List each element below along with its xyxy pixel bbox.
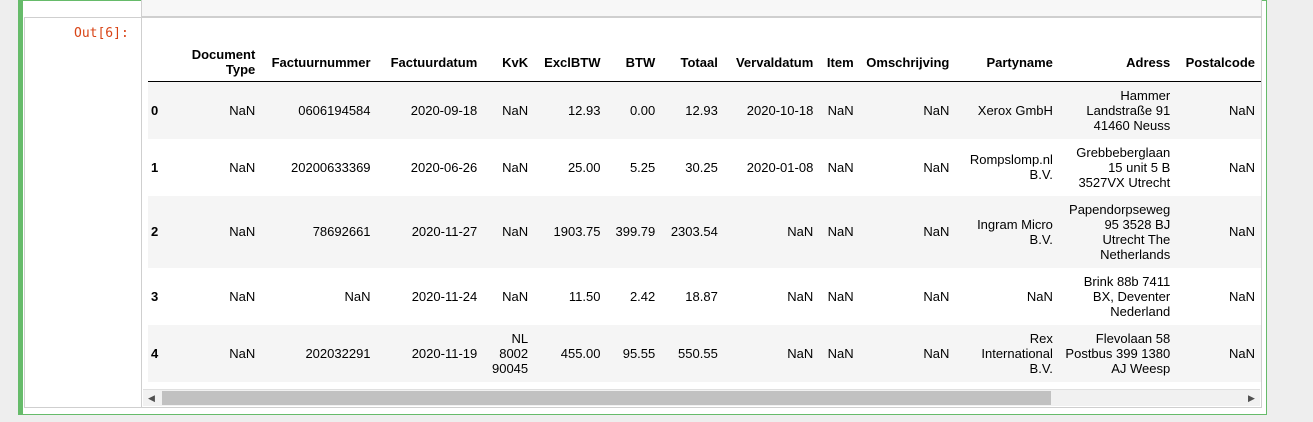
table-cell: NaN: [787, 224, 814, 239]
table-cell: 1903.75: [553, 224, 601, 239]
table-cell: NaN: [923, 159, 950, 175]
horizontal-scrollbar[interactable]: ◀ ▶: [143, 389, 1260, 406]
table-cell: NaN: [1228, 288, 1255, 304]
header-row: Document Type Factuurnummer Factuurdatum…: [148, 43, 1261, 82]
row-index: 2: [151, 224, 159, 239]
table-cell: 2020-11-24: [411, 288, 478, 304]
table-cell: NaN: [502, 102, 529, 118]
table-cell: 0.00: [629, 102, 656, 118]
table-cell: NaN: [502, 288, 529, 304]
table-cell: NaN: [827, 159, 854, 175]
table-cell: 2020-06-26: [410, 159, 478, 175]
table-cell: NaN: [923, 288, 950, 304]
row-index: 4: [151, 345, 159, 361]
col-header-factuurnummer: Factuurnummer: [261, 43, 377, 82]
scrollbar-thumb[interactable]: [162, 391, 1051, 405]
table-cell: Rex International B.V.: [981, 330, 1053, 376]
output-area: Document Type Factuurnummer Factuurdatum…: [141, 17, 1262, 408]
row-index: 0: [151, 102, 159, 118]
table-row: 3 NaN NaN 2020-11-24 NaN 11.50 2.42 18.8…: [148, 267, 1261, 325]
table-cell: NaN: [229, 102, 256, 118]
table-cell: NaN: [502, 224, 529, 239]
table-cell: 12.93: [685, 102, 718, 118]
table-cell: NaN: [344, 288, 371, 304]
output-prompt: Out[6]:: [74, 26, 129, 41]
table-cell: 2020-10-18: [746, 102, 814, 118]
table-cell: 2303.54: [670, 224, 718, 239]
col-header-factuurdatum: Factuurdatum: [376, 43, 484, 82]
table-cell: NaN: [787, 345, 814, 361]
scroll-right-icon[interactable]: ▶: [1243, 390, 1260, 407]
table-cell: Papendorpseweg 95 3528 BJ Utrecht The Ne…: [1069, 201, 1171, 262]
table-cell: Flevolaan 58 Postbus 399 1380 AJ Weesp: [1065, 330, 1171, 376]
table-cell: NaN: [1228, 102, 1255, 118]
table-row: 4 NaN 202032291 2020-11-19 NL 8002 90045…: [148, 324, 1261, 382]
table-cell: NaN: [923, 224, 950, 239]
table-cell: 2020-09-18: [410, 102, 478, 118]
dataframe-table: Document Type Factuurnummer Factuurdatum…: [148, 43, 1261, 382]
table-row: 2 NaN 78692661 2020-11-27 NaN 1903.75 39…: [148, 195, 1261, 268]
col-header-adress: Adress: [1058, 43, 1177, 82]
table-cell: 30.25: [685, 159, 718, 175]
table-cell: Rompslomp.nl B.V.: [969, 152, 1053, 182]
table-cell: NaN: [229, 345, 256, 361]
index-header: [148, 43, 171, 82]
col-header-postalcode: Postalcode: [1176, 43, 1261, 82]
table-cell: Xerox GmbH: [977, 102, 1053, 118]
table-cell: 455.00: [560, 345, 601, 361]
table-cell: NaN: [827, 224, 854, 239]
table-cell: NaN: [1228, 159, 1255, 175]
table-cell: NaN: [229, 288, 256, 304]
table-cell: NaN: [1228, 345, 1255, 361]
table-cell: NaN: [229, 224, 256, 239]
table-cell: NL 8002 90045: [491, 330, 529, 376]
col-header-item: Item: [819, 43, 860, 82]
table-cell: NaN: [923, 345, 950, 361]
table-row: 1 NaN 20200633369 2020-06-26 NaN 25.00 5…: [148, 138, 1261, 196]
table-cell: NaN: [1228, 224, 1255, 239]
table-cell: 12.93: [567, 102, 601, 118]
table-cell: 20200633369: [291, 159, 371, 175]
table-cell: 2.42: [629, 288, 656, 304]
table-cell: 25.00: [567, 159, 601, 175]
col-header-vervaldatum: Vervaldatum: [723, 43, 820, 82]
table-cell: 78692661: [312, 224, 371, 239]
col-header-document-type: Document Type: [170, 43, 262, 82]
prompt-area: [24, 17, 142, 408]
previous-output-area: [141, 0, 1262, 17]
table-cell: NaN: [827, 288, 854, 304]
table-cell: Hammer Landstraße 91 41460 Neuss: [1086, 87, 1171, 133]
table-cell: Ingram Micro B.V.: [977, 216, 1053, 247]
col-header-exclbtw: ExclBTW: [534, 43, 607, 82]
table-cell: NaN: [827, 102, 854, 118]
table-cell: Grebbeberglaan 15 unit 5 B 3527VX Utrech…: [1076, 144, 1171, 190]
scroll-left-icon[interactable]: ◀: [143, 390, 160, 407]
table-cell: 11.50: [568, 288, 601, 304]
table-cell: NaN: [923, 102, 950, 118]
table-row: 0 NaN 0606194584 2020-09-18 NaN 12.93 0.…: [148, 81, 1261, 139]
table-cell: 95.55: [622, 345, 656, 361]
table-cell: 2020-01-08: [746, 159, 814, 175]
table-cell: 202032291: [305, 345, 371, 361]
table-cell: NaN: [1026, 288, 1053, 304]
table-cell: 550.55: [678, 345, 718, 361]
table-cell: NaN: [787, 288, 814, 304]
row-index: 1: [151, 159, 159, 175]
table-cell: 18.87: [685, 288, 718, 304]
col-header-omschrijving: Omschrijving: [859, 43, 956, 82]
table-cell: NaN: [502, 159, 529, 175]
col-header-totaal: Totaal: [661, 43, 724, 82]
col-header-kvk: KvK: [483, 43, 535, 82]
table-cell: 0606194584: [298, 102, 371, 118]
table-cell: 5.25: [629, 159, 656, 175]
row-index: 3: [151, 288, 159, 304]
col-header-btw: BTW: [606, 43, 662, 82]
table-cell: Brink 88b 7411 BX, Deventer Nederland: [1083, 273, 1171, 319]
table-cell: 399.79: [615, 224, 656, 239]
table-cell: 2020-11-27: [411, 224, 478, 239]
table-cell: 2020-11-19: [411, 345, 478, 361]
table-cell: NaN: [229, 159, 256, 175]
col-header-partyname: Partyname: [955, 43, 1059, 82]
table-cell: NaN: [827, 345, 854, 361]
